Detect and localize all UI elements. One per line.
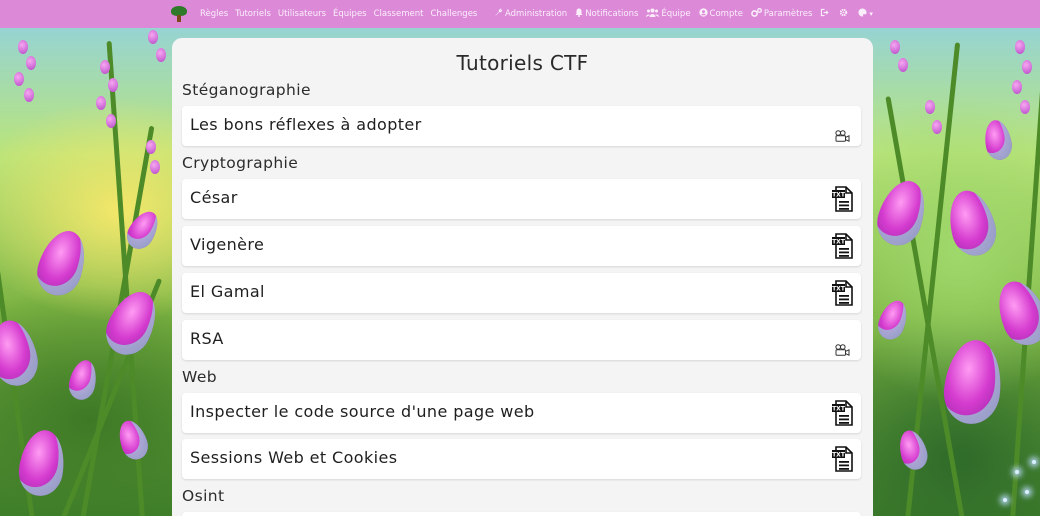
svg-text:TXT: TXT (832, 239, 846, 246)
page-title: Tutoriels CTF (456, 51, 589, 75)
txt-document-icon: TXT (831, 280, 853, 306)
tutorial-label: RSA (190, 329, 224, 348)
logout-icon (820, 8, 829, 20)
nav-settings-label: Paramètres (763, 9, 813, 19)
video-icon (835, 341, 850, 356)
nav-notifications[interactable]: Notifications (575, 8, 638, 20)
theme-settings-button[interactable] (839, 8, 850, 20)
tutorial-item[interactable]: César TXT (182, 179, 861, 219)
tutorials-card: Tutoriels CTF Stéganographie Les bons ré… (172, 38, 873, 516)
tutorial-item[interactable]: Vigenère TXT (182, 226, 861, 266)
tutorial-label: Sessions Web et Cookies (190, 448, 398, 467)
nav-link-users[interactable]: Utilisateurs (278, 9, 326, 19)
nav-team-label: Équipe (661, 9, 691, 19)
nav-link-challenges[interactable]: Challenges (430, 9, 477, 19)
tutorial-item[interactable]: El Gamal TXT (182, 273, 861, 313)
nav-account[interactable]: Compte (698, 8, 743, 20)
txt-document-icon: TXT (831, 400, 853, 426)
bell-icon (575, 8, 583, 20)
svg-text:TXT: TXT (832, 406, 846, 413)
section-title-web: Web (182, 368, 217, 386)
section-title-osint: Osint (182, 487, 225, 505)
video-icon (835, 127, 850, 142)
nav-link-scoreboard[interactable]: Classement (374, 9, 424, 19)
color-theme-dropdown[interactable]: ▾ (858, 8, 875, 20)
tutorial-label: Vigenère (190, 235, 265, 254)
tutorial-item[interactable]: RSA (182, 320, 861, 360)
nav-admin-label: Administration (505, 9, 568, 19)
wrench-icon (494, 8, 503, 20)
txt-document-icon: TXT (831, 233, 853, 259)
tutorial-label: El Gamal (190, 282, 265, 301)
logout-button[interactable] (820, 8, 831, 20)
nav-team[interactable]: Équipe (646, 8, 691, 20)
nav-admin[interactable]: Administration (494, 8, 567, 20)
nav-secondary-links: Administration Notifications Équipe Comp… (494, 0, 875, 28)
nav-primary-links: Règles Tutoriels Utilisateurs Équipes Cl… (200, 0, 477, 28)
tutorial-item[interactable]: Inspecter le code source d'une page web … (182, 393, 861, 433)
nav-settings[interactable]: Paramètres (751, 8, 812, 20)
tree-logo-icon[interactable] (170, 6, 188, 22)
tutorial-label: César (190, 188, 238, 207)
tutorial-item[interactable]: Sessions Web et Cookies TXT (182, 439, 861, 479)
user-circle-icon (698, 8, 708, 20)
tutorial-item-partial[interactable] (182, 512, 861, 516)
users-icon (646, 8, 660, 20)
section-title-cryptography: Cryptographie (182, 154, 299, 172)
txt-document-icon: TXT (831, 446, 853, 472)
tutorial-label: Inspecter le code source d'une page web (190, 402, 535, 421)
nav-link-tutorials[interactable]: Tutoriels (235, 9, 271, 19)
tutorial-label: Les bons réflexes à adopter (190, 115, 422, 134)
svg-text:TXT: TXT (832, 192, 846, 199)
txt-document-icon: TXT (831, 186, 853, 212)
tutorial-item[interactable]: Les bons réflexes à adopter (182, 106, 861, 146)
nav-account-label: Compte (709, 9, 743, 19)
section-title-steganography: Stéganographie (182, 81, 311, 99)
top-navbar: Règles Tutoriels Utilisateurs Équipes Cl… (0, 0, 1040, 28)
nav-notifications-label: Notifications (585, 9, 639, 19)
palette-icon (858, 8, 867, 20)
nav-link-rules[interactable]: Règles (200, 9, 228, 19)
cogs-icon (751, 8, 762, 20)
gear-icon (839, 8, 848, 20)
svg-text:TXT: TXT (832, 286, 846, 293)
chevron-down-icon: ▾ (869, 10, 873, 18)
svg-text:TXT: TXT (832, 452, 846, 459)
nav-link-teams[interactable]: Équipes (333, 9, 367, 19)
